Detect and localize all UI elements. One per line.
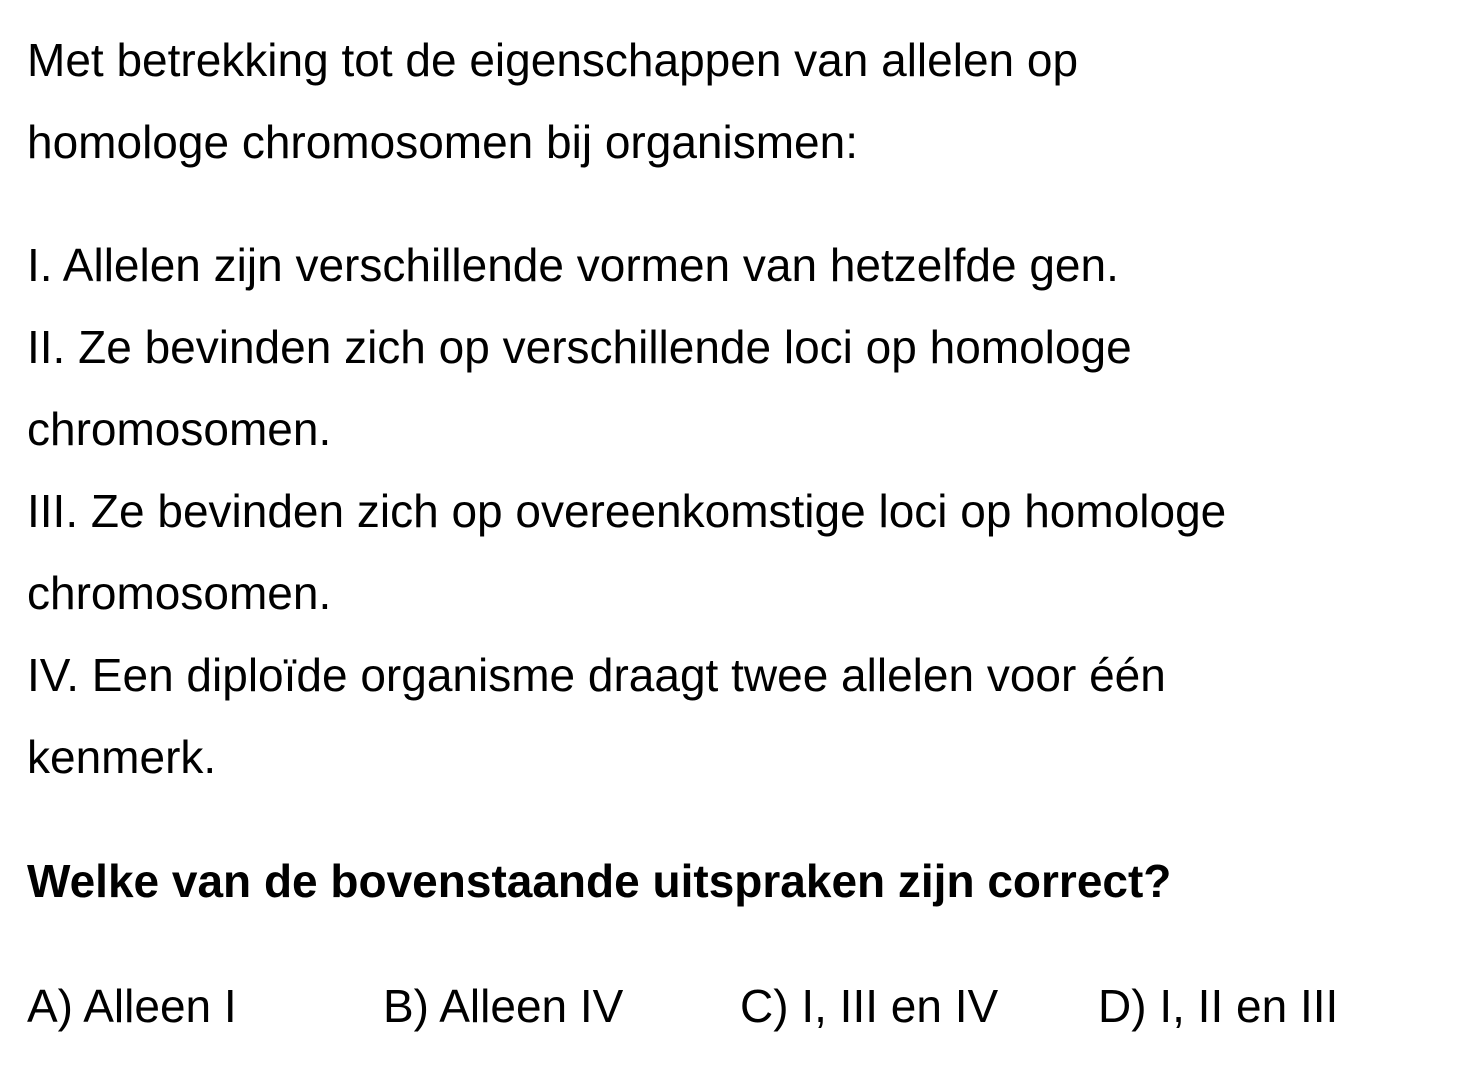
option-c: C) I, III en IV (740, 980, 999, 1032)
statement-line-6: IV. Een diploïde organisme draagt twee a… (27, 649, 1166, 701)
statement-line-2: II. Ze bevinden zich op verschillende lo… (27, 321, 1132, 373)
question-prompt: Welke van de bovenstaande uitspraken zij… (27, 855, 1172, 907)
option-d: D) I, II en III (1098, 980, 1339, 1032)
option-a: A) Alleen I (27, 980, 237, 1032)
option-b: B) Alleen IV (383, 980, 624, 1032)
answer-options: A) Alleen I B) Alleen IV C) I, III en IV… (27, 983, 1457, 1033)
statement-line-7: kenmerk. (27, 731, 217, 783)
intro-line-1: Met betrekking tot de eigenschappen van … (27, 34, 1079, 86)
statement-line-3: chromosomen. (27, 403, 332, 455)
intro-line-2: homologe chromosomen bij organismen: (27, 116, 858, 168)
statement-line-4: III. Ze bevinden zich op overeenkomstige… (27, 485, 1227, 537)
statement-line-5: chromosomen. (27, 567, 332, 619)
statement-line-1: I. Allelen zijn verschillende vormen van… (27, 239, 1119, 291)
